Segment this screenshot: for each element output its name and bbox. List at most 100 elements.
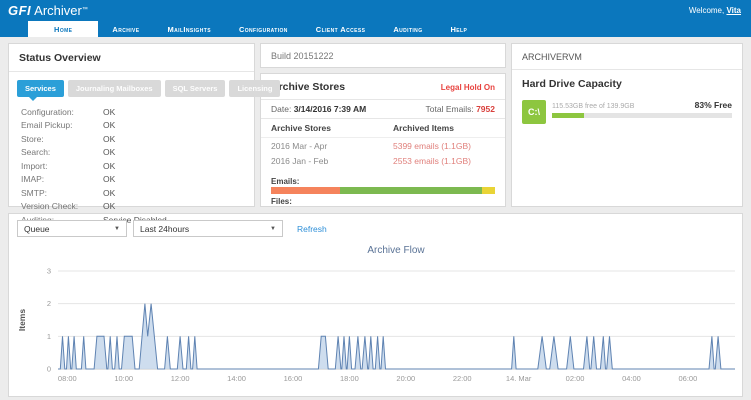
nav-tab-configuration[interactable]: Configuration [225, 21, 302, 37]
user-link[interactable]: Vita [726, 6, 741, 15]
queue-select-value: Queue [24, 224, 50, 234]
store-name: 2016 Mar - Apr [271, 141, 393, 151]
nav-tab-help[interactable]: Help [436, 21, 481, 37]
build-number: Build 20151222 [271, 51, 334, 61]
status-row-email-pickup-: Email Pickup:OK [21, 119, 244, 133]
total-emails: Total Emails: 7952 [426, 104, 495, 114]
status-item-value: OK [103, 107, 115, 117]
trademark-mark: ™ [82, 7, 88, 13]
x-tick-label: 14:00 [227, 374, 246, 383]
table-row: 2016 Mar - Apr5399 emails (1.1GB) [261, 138, 505, 153]
status-item-value: OK [103, 147, 115, 157]
status-tabs: ServicesJournaling MailboxesSQL ServersL… [9, 72, 254, 97]
x-tick-label: 04:00 [622, 374, 641, 383]
col-archive-stores: Archive Stores [271, 123, 393, 133]
status-item-value: OK [103, 201, 115, 211]
drive-c-icon: C:\ [522, 100, 546, 124]
status-row-search-: Search:OK [21, 146, 244, 160]
chart-title: Archive Flow [367, 245, 425, 256]
gfi-archiver-logo: GFIArchiver™ [8, 0, 88, 21]
store-items: 5399 emails (1.1GB) [393, 141, 495, 151]
server-panel: ARCHIVERVM Hard Drive Capacity C:\ 115.5… [511, 43, 743, 207]
drive-row: C:\ 115.53GB free of 139.9GB 83% Free [522, 100, 732, 124]
y-tick-label: 1 [47, 332, 51, 341]
chevron-down-icon: ▼ [270, 226, 276, 232]
nav-tab-client-access[interactable]: Client Access [302, 21, 380, 37]
x-tick-label: 10:00 [114, 374, 133, 383]
chevron-down-icon: ▼ [114, 226, 120, 232]
refresh-link[interactable]: Refresh [297, 224, 327, 234]
x-tick-label: 06:00 [679, 374, 698, 383]
logo-row: GFIArchiver™ Welcome, Vita [0, 0, 751, 21]
status-item-label: Import: [21, 161, 103, 171]
status-item-label: Store: [21, 134, 103, 144]
page-content: Status Overview ServicesJournaling Mailb… [0, 37, 751, 397]
time-range-select[interactable]: Last 24hours ▼ [133, 220, 283, 237]
archive-stores-titlerow: Archive Stores Legal Hold On [261, 74, 505, 99]
drive-detail-text: 115.53GB free of 139.9GB [552, 103, 634, 110]
dashboard-top-row: Status Overview ServicesJournaling Mailb… [8, 43, 743, 207]
store-name: 2016 Jan - Feb [271, 156, 393, 166]
archive-flow-panel: Queue ▼ Last 24hours ▼ Refresh Archive F… [8, 213, 743, 397]
nav-tab-mailinsights[interactable]: MailInsights [154, 21, 225, 37]
archive-flow-chart: Archive Flow0123Items08:0010:0012:0014:0… [9, 241, 742, 398]
services-status-list: Configuration:OKEmail Pickup:OKStore:OKS… [9, 97, 254, 227]
drive-info: 115.53GB free of 139.9GB 83% Free [552, 100, 732, 118]
bar-segment [482, 187, 495, 194]
status-item-value: OK [103, 120, 115, 130]
range-select-value: Last 24hours [140, 224, 189, 234]
content-bars: Emails: Files: [261, 168, 505, 207]
archive-date: Date: 3/14/2016 7:39 AM [271, 104, 366, 114]
archive-stores-panel: Archive Stores Legal Hold On Date: 3/14/… [260, 73, 506, 207]
nav-tab-auditing[interactable]: Auditing [379, 21, 436, 37]
status-tab-journaling-mailboxes[interactable]: Journaling Mailboxes [68, 80, 161, 97]
status-overview-panel: Status Overview ServicesJournaling Mailb… [8, 43, 255, 207]
status-item-label: Configuration: [21, 107, 103, 117]
drive-free-label: 83% Free [695, 100, 732, 110]
status-row-imap-: IMAP:OK [21, 173, 244, 187]
logo-gfi-text: GFI [8, 3, 31, 18]
x-tick-label: 16:00 [284, 374, 303, 383]
status-row-import-: Import:OK [21, 159, 244, 173]
server-body: Hard Drive Capacity C:\ 115.53GB free of… [512, 70, 742, 132]
status-item-label: Search: [21, 147, 103, 157]
status-overview-title: Status Overview [9, 44, 254, 72]
nav-tab-archive[interactable]: Archive [98, 21, 153, 37]
status-row-store-: Store:OK [21, 132, 244, 146]
status-item-value: OK [103, 134, 115, 144]
x-tick-label: 22:00 [453, 374, 472, 383]
table-row: 2016 Jan - Feb2553 emails (1.1GB) [261, 153, 505, 168]
x-tick-label: 08:00 [58, 374, 77, 383]
middle-column: Build 20151222 Archive Stores Legal Hold… [260, 43, 506, 207]
status-row-smtp-: SMTP:OK [21, 186, 244, 200]
queue-select[interactable]: Queue ▼ [17, 220, 127, 237]
welcome-text: Welcome, Vita [689, 6, 741, 15]
y-tick-label: 3 [47, 267, 51, 276]
status-tab-sql-servers[interactable]: SQL Servers [165, 80, 226, 97]
status-item-value: OK [103, 161, 115, 171]
status-item-value: OK [103, 174, 115, 184]
drive-top: 115.53GB free of 139.9GB 83% Free [552, 100, 732, 110]
status-tab-services[interactable]: Services [17, 80, 64, 97]
legal-hold-status[interactable]: Legal Hold On [441, 83, 495, 92]
bar-segment [271, 187, 340, 194]
store-items: 2553 emails (1.1GB) [393, 156, 495, 166]
hard-drive-capacity-title: Hard Drive Capacity [522, 78, 732, 90]
status-item-label: Email Pickup: [21, 120, 103, 130]
archive-table-header: Archive Stores Archived Items [261, 119, 505, 138]
x-tick-label: 12:00 [171, 374, 190, 383]
status-item-value: OK [103, 188, 115, 198]
emails-bar [271, 187, 495, 194]
status-tab-licensing[interactable]: Licensing [229, 80, 280, 97]
logo-product-text: Archiver [34, 3, 82, 18]
emails-bar-label: Emails: [271, 177, 495, 186]
archive-stores-title: Archive Stores [271, 81, 345, 93]
status-item-label: Version Check: [21, 201, 103, 211]
x-tick-label: 02:00 [566, 374, 585, 383]
main-nav: HomeArchiveMailInsightsConfigurationClie… [0, 21, 751, 37]
archive-flow-svg: Archive Flow0123Items08:0010:0012:0014:0… [13, 241, 746, 393]
welcome-prefix: Welcome, [689, 6, 724, 15]
nav-tab-home[interactable]: Home [28, 21, 98, 37]
status-item-label: SMTP: [21, 188, 103, 198]
top-header: GFIArchiver™ Welcome, Vita HomeArchiveMa… [0, 0, 751, 37]
